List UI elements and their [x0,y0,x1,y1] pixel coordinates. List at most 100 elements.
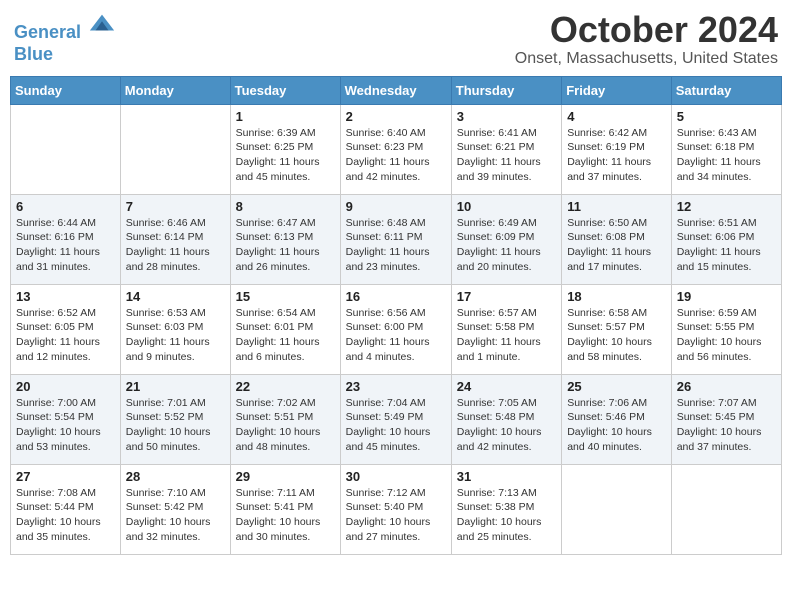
day-number: 21 [126,379,225,394]
day-info: Sunrise: 7:02 AM Sunset: 5:51 PM Dayligh… [236,396,335,455]
day-info: Sunrise: 6:39 AM Sunset: 6:25 PM Dayligh… [236,126,335,185]
day-number: 18 [567,289,666,304]
weekday-header-tuesday: Tuesday [230,76,340,104]
calendar-cell: 5 Sunrise: 6:43 AM Sunset: 6:18 PM Daylig… [671,104,781,194]
week-row-4: 20 Sunrise: 7:00 AM Sunset: 5:54 PM Dayli… [11,374,782,464]
day-info: Sunrise: 6:43 AM Sunset: 6:18 PM Dayligh… [677,126,776,185]
day-number: 14 [126,289,225,304]
location-subtitle: Onset, Massachusetts, United States [515,50,778,68]
day-number: 23 [346,379,446,394]
calendar-cell: 11Sunrise: 6:50 AM Sunset: 6:08 PM Dayli… [562,194,672,284]
day-info: Sunrise: 7:10 AM Sunset: 5:42 PM Dayligh… [126,486,225,545]
logo-icon [88,10,116,38]
calendar-cell: 10Sunrise: 6:49 AM Sunset: 6:09 PM Dayli… [451,194,561,284]
day-number: 31 [457,469,556,484]
day-info: Sunrise: 6:47 AM Sunset: 6:13 PM Dayligh… [236,216,335,275]
day-info: Sunrise: 6:46 AM Sunset: 6:14 PM Dayligh… [126,216,225,275]
day-number: 2 [346,109,446,124]
weekday-header-saturday: Saturday [671,76,781,104]
day-number: 27 [16,469,115,484]
day-info: Sunrise: 6:54 AM Sunset: 6:01 PM Dayligh… [236,306,335,365]
day-number: 1 [236,109,335,124]
title-block: October 2024 Onset, Massachusetts, Unite… [515,10,778,68]
calendar-cell: 1 Sunrise: 6:39 AM Sunset: 6:25 PM Daylig… [230,104,340,194]
calendar-cell: 26 Sunrise: 7:07 AM Sunset: 5:45 PM Dayli… [671,374,781,464]
day-number: 28 [126,469,225,484]
calendar-cell: 24 Sunrise: 7:05 AM Sunset: 5:48 PM Dayli… [451,374,561,464]
calendar-cell: 31 Sunrise: 7:13 AM Sunset: 5:38 PM Dayli… [451,464,561,554]
day-number: 12 [677,199,776,214]
page-header: General Blue October 2024 Onset, Massach… [10,10,782,68]
day-number: 29 [236,469,335,484]
day-number: 7 [126,199,225,214]
day-number: 13 [16,289,115,304]
calendar-cell [11,104,121,194]
calendar-cell: 8 Sunrise: 6:47 AM Sunset: 6:13 PM Daylig… [230,194,340,284]
day-info: Sunrise: 7:11 AM Sunset: 5:41 PM Dayligh… [236,486,335,545]
week-row-2: 6Sunrise: 6:44 AM Sunset: 6:16 PM Daylig… [11,194,782,284]
calendar-cell: 7 Sunrise: 6:46 AM Sunset: 6:14 PM Daylig… [120,194,230,284]
calendar-cell: 23Sunrise: 7:04 AM Sunset: 5:49 PM Dayli… [340,374,451,464]
weekday-header-monday: Monday [120,76,230,104]
calendar-cell [671,464,781,554]
day-info: Sunrise: 6:48 AM Sunset: 6:11 PM Dayligh… [346,216,446,275]
calendar-cell [562,464,672,554]
week-row-5: 27 Sunrise: 7:08 AM Sunset: 5:44 PM Dayli… [11,464,782,554]
calendar-cell: 4 Sunrise: 6:42 AM Sunset: 6:19 PM Daylig… [562,104,672,194]
weekday-header-row: SundayMondayTuesdayWednesdayThursdayFrid… [11,76,782,104]
day-info: Sunrise: 7:08 AM Sunset: 5:44 PM Dayligh… [16,486,115,545]
month-title: October 2024 [515,10,778,50]
day-info: Sunrise: 6:53 AM Sunset: 6:03 PM Dayligh… [126,306,225,365]
day-info: Sunrise: 7:00 AM Sunset: 5:54 PM Dayligh… [16,396,115,455]
day-info: Sunrise: 7:05 AM Sunset: 5:48 PM Dayligh… [457,396,556,455]
calendar-cell: 14 Sunrise: 6:53 AM Sunset: 6:03 PM Dayli… [120,284,230,374]
day-number: 16 [346,289,446,304]
day-info: Sunrise: 6:56 AM Sunset: 6:00 PM Dayligh… [346,306,446,365]
weekday-header-wednesday: Wednesday [340,76,451,104]
day-number: 4 [567,109,666,124]
day-info: Sunrise: 6:52 AM Sunset: 6:05 PM Dayligh… [16,306,115,365]
day-info: Sunrise: 7:13 AM Sunset: 5:38 PM Dayligh… [457,486,556,545]
day-info: Sunrise: 7:07 AM Sunset: 5:45 PM Dayligh… [677,396,776,455]
calendar-cell: 30Sunrise: 7:12 AM Sunset: 5:40 PM Dayli… [340,464,451,554]
day-number: 5 [677,109,776,124]
calendar-cell: 12Sunrise: 6:51 AM Sunset: 6:06 PM Dayli… [671,194,781,284]
calendar-cell: 18Sunrise: 6:58 AM Sunset: 5:57 PM Dayli… [562,284,672,374]
calendar-cell: 25 Sunrise: 7:06 AM Sunset: 5:46 PM Dayli… [562,374,672,464]
calendar-cell: 27 Sunrise: 7:08 AM Sunset: 5:44 PM Dayli… [11,464,121,554]
day-info: Sunrise: 6:50 AM Sunset: 6:08 PM Dayligh… [567,216,666,275]
day-number: 10 [457,199,556,214]
calendar-header: SundayMondayTuesdayWednesdayThursdayFrid… [11,76,782,104]
day-number: 19 [677,289,776,304]
logo: General Blue [14,10,116,65]
day-number: 8 [236,199,335,214]
day-number: 25 [567,379,666,394]
calendar-cell: 16 Sunrise: 6:56 AM Sunset: 6:00 PM Dayli… [340,284,451,374]
day-number: 20 [16,379,115,394]
weekday-header-thursday: Thursday [451,76,561,104]
day-info: Sunrise: 6:59 AM Sunset: 5:55 PM Dayligh… [677,306,776,365]
day-number: 24 [457,379,556,394]
calendar-cell: 13 Sunrise: 6:52 AM Sunset: 6:05 PM Dayli… [11,284,121,374]
day-number: 30 [346,469,446,484]
calendar-cell: 28 Sunrise: 7:10 AM Sunset: 5:42 PM Dayli… [120,464,230,554]
day-info: Sunrise: 6:42 AM Sunset: 6:19 PM Dayligh… [567,126,666,185]
calendar-cell: 19 Sunrise: 6:59 AM Sunset: 5:55 PM Dayli… [671,284,781,374]
weekday-header-sunday: Sunday [11,76,121,104]
day-number: 22 [236,379,335,394]
calendar-cell: 2Sunrise: 6:40 AM Sunset: 6:23 PM Daylig… [340,104,451,194]
calendar-cell: 22 Sunrise: 7:02 AM Sunset: 5:51 PM Dayli… [230,374,340,464]
day-number: 26 [677,379,776,394]
day-number: 6 [16,199,115,214]
calendar-cell: 20 Sunrise: 7:00 AM Sunset: 5:54 PM Dayli… [11,374,121,464]
day-info: Sunrise: 6:41 AM Sunset: 6:21 PM Dayligh… [457,126,556,185]
day-info: Sunrise: 7:06 AM Sunset: 5:46 PM Dayligh… [567,396,666,455]
calendar-cell: 21Sunrise: 7:01 AM Sunset: 5:52 PM Dayli… [120,374,230,464]
day-number: 15 [236,289,335,304]
calendar-cell: 3Sunrise: 6:41 AM Sunset: 6:21 PM Daylig… [451,104,561,194]
calendar-table: SundayMondayTuesdayWednesdayThursdayFrid… [10,76,782,555]
calendar-cell: 29 Sunrise: 7:11 AM Sunset: 5:41 PM Dayli… [230,464,340,554]
calendar-cell: 15 Sunrise: 6:54 AM Sunset: 6:01 PM Dayli… [230,284,340,374]
logo-text-blue: Blue [14,44,116,66]
calendar-cell: 6Sunrise: 6:44 AM Sunset: 6:16 PM Daylig… [11,194,121,284]
